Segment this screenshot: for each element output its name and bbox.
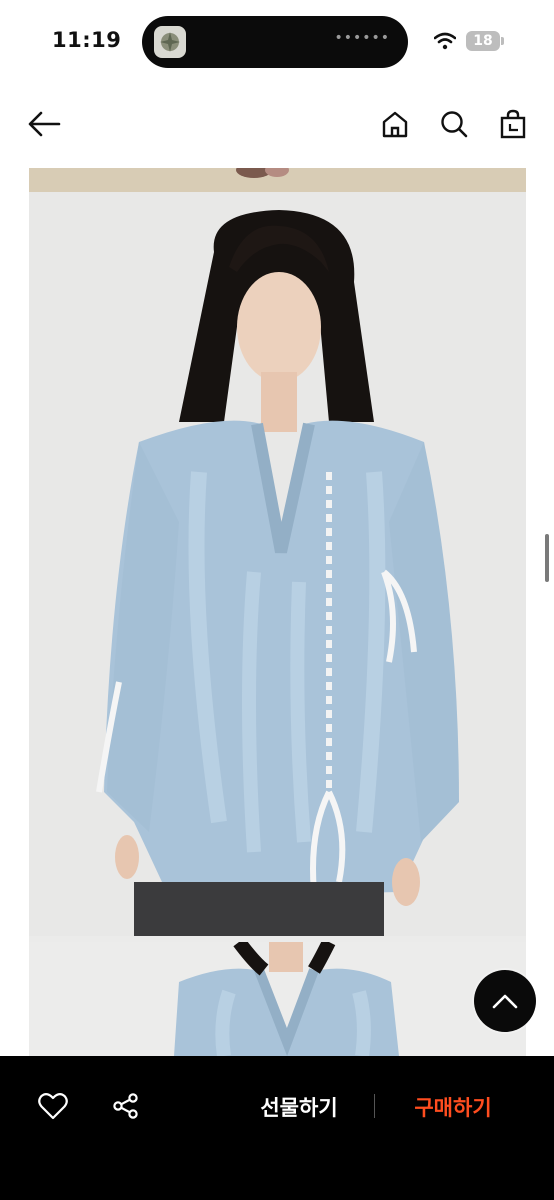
- share-button[interactable]: [106, 1086, 146, 1126]
- buy-button[interactable]: 구매하기: [398, 1088, 508, 1128]
- bottom-action-bar: 선물하기 구매하기: [0, 1056, 554, 1200]
- status-bar: 11:19 •••••• 18: [0, 0, 554, 84]
- like-button[interactable]: [33, 1086, 73, 1126]
- product-image-gallery[interactable]: [29, 168, 526, 1056]
- top-navigation: [0, 96, 554, 156]
- battery-tip: [501, 37, 504, 45]
- now-playing-app-icon: [154, 26, 186, 58]
- shopping-bag-icon: [500, 109, 526, 139]
- heart-icon: [38, 1093, 68, 1120]
- gift-button[interactable]: 선물하기: [244, 1088, 354, 1128]
- divider: [374, 1094, 375, 1118]
- status-time: 11:19: [52, 28, 122, 52]
- battery-level: 18: [466, 31, 500, 51]
- wifi-icon: [434, 32, 456, 50]
- scroll-to-top-button[interactable]: [474, 970, 536, 1032]
- product-photo-next[interactable]: [29, 937, 526, 1056]
- scroll-indicator[interactable]: [545, 534, 549, 582]
- back-button[interactable]: [24, 104, 64, 144]
- home-button[interactable]: [375, 104, 415, 144]
- island-dots: ••••••: [334, 30, 390, 46]
- product-photo-main[interactable]: [29, 192, 526, 936]
- share-icon: [113, 1093, 138, 1119]
- chevron-up-icon: [492, 994, 518, 1009]
- product-photo-previous[interactable]: [29, 168, 526, 192]
- home-icon: [382, 111, 408, 138]
- search-button[interactable]: [434, 104, 474, 144]
- dynamic-island: ••••••: [142, 16, 408, 68]
- arrow-left-icon: [28, 111, 61, 137]
- search-icon: [441, 111, 468, 138]
- bag-button[interactable]: [493, 104, 533, 144]
